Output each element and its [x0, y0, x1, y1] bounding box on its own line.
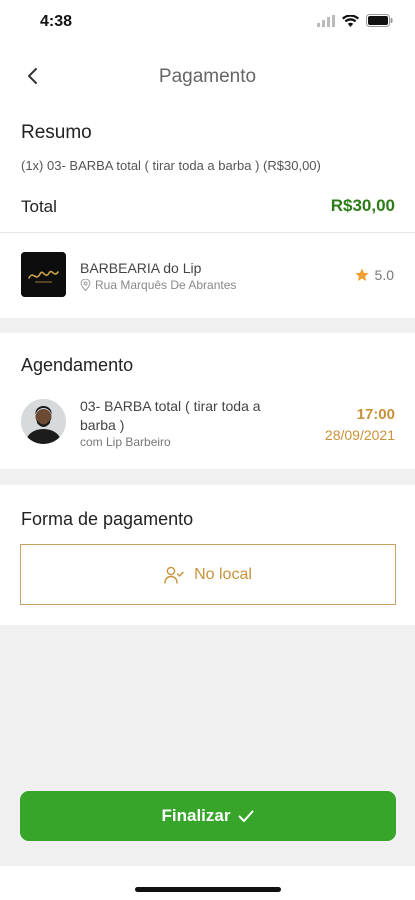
agendamento-title: Agendamento: [21, 355, 134, 375]
shop-logo-image: [21, 252, 66, 297]
signal-icon: [317, 14, 335, 27]
finalizar-label: Finalizar: [161, 806, 231, 825]
pagamento-title: Forma de pagamento: [21, 509, 194, 529]
service-date: 28/09/2021: [324, 427, 395, 443]
service-professional: com Lip Barbeiro: [80, 435, 171, 449]
rating-value: 5.0: [374, 267, 394, 283]
page-title: Pagamento: [158, 66, 257, 87]
shop-name: BARBEARIA do Lip: [80, 260, 202, 276]
nav-bar: Pagamento: [0, 46, 415, 108]
professional-photo: [21, 399, 66, 444]
service-name: 03- BARBA total ( tirar toda a barba ): [80, 398, 261, 433]
payment-option-no-local[interactable]: No local: [20, 544, 396, 605]
shop-address: Rua Marquês De Abrantes: [80, 278, 236, 292]
total-label: Total: [21, 197, 57, 216]
location-pin-icon: [80, 279, 91, 291]
home-indicator[interactable]: [135, 887, 281, 892]
service-time: 17:00: [356, 406, 395, 423]
wifi-icon: [342, 14, 359, 27]
battery-icon: [366, 14, 393, 27]
divider: [0, 232, 415, 233]
bottom-area: [0, 866, 415, 900]
check-icon: [238, 810, 254, 822]
user-check-icon: [164, 566, 184, 584]
shop-address-text: Rua Marquês De Abrantes: [95, 278, 237, 292]
avatar: [21, 399, 66, 444]
resumo-title: Resumo: [21, 122, 92, 143]
payment-option-label: No local: [194, 565, 252, 583]
finalizar-button[interactable]: Finalizar: [20, 791, 396, 841]
status-icons: [317, 14, 393, 27]
status-bar: 4:38: [0, 0, 415, 46]
total-value: R$30,00: [330, 196, 395, 215]
pagamento-section: Forma de pagamento No local: [0, 485, 415, 625]
shop-logo: [21, 252, 66, 297]
status-time: 4:38: [40, 13, 73, 30]
resumo-section: Resumo (1x) 03- BARBA total ( tirar toda…: [0, 108, 415, 318]
agendamento-section: Agendamento 03- BARBA total ( tirar toda…: [0, 333, 415, 469]
shop-rating: 5.0: [354, 267, 394, 283]
star-icon: [354, 268, 369, 281]
resumo-item: (1x) 03- BARBA total ( tirar toda a barb…: [21, 158, 321, 173]
